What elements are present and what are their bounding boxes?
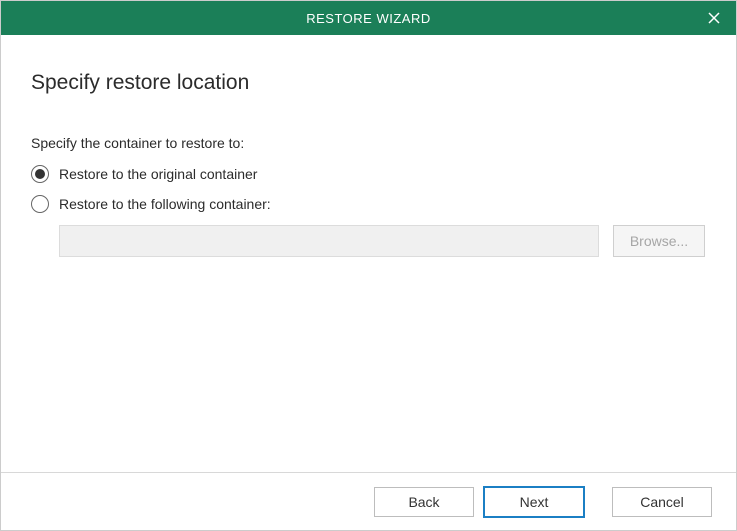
browse-button: Browse... [613, 225, 705, 257]
back-button[interactable]: Back [374, 487, 474, 517]
cancel-button[interactable]: Cancel [612, 487, 712, 517]
next-button[interactable]: Next [484, 487, 584, 517]
instruction-text: Specify the container to restore to: [31, 135, 706, 151]
page-title: Specify restore location [31, 71, 706, 95]
radio-restore-custom[interactable]: Restore to the following container: [31, 195, 706, 213]
window-title: RESTORE WIZARD [306, 11, 431, 26]
radio-restore-original[interactable]: Restore to the original container [31, 165, 706, 183]
content-area: Specify restore location Specify the con… [1, 35, 736, 472]
close-icon [708, 12, 720, 24]
radio-original-label: Restore to the original container [59, 166, 257, 182]
browse-row: Browse... [59, 225, 706, 257]
container-path-input [59, 225, 599, 257]
footer: Back Next Cancel [1, 472, 736, 530]
radio-button-icon [31, 195, 49, 213]
close-button[interactable] [692, 1, 736, 35]
radio-button-icon [31, 165, 49, 183]
radio-custom-label: Restore to the following container: [59, 196, 271, 212]
titlebar: RESTORE WIZARD [1, 1, 736, 35]
